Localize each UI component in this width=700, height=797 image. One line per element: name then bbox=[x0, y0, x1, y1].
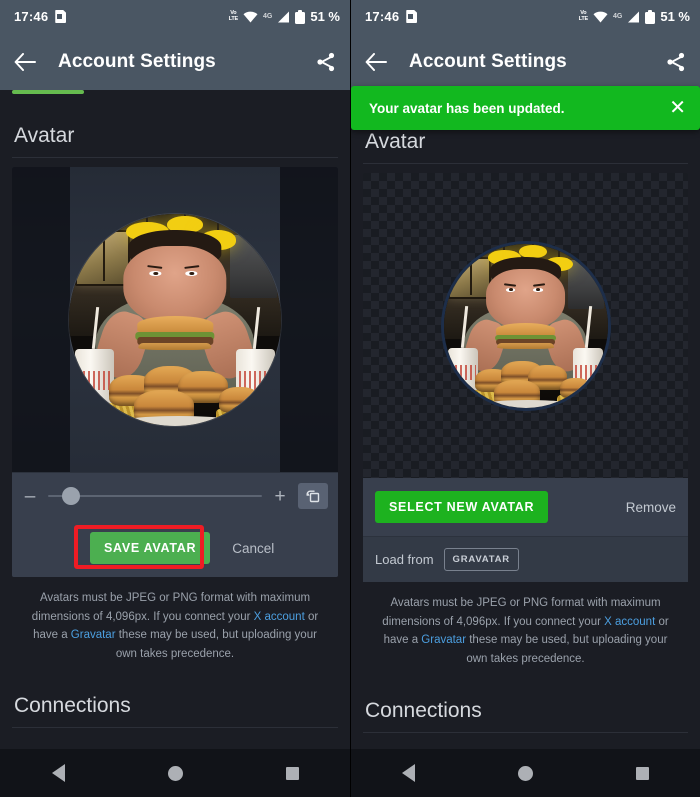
gravatar-link-2[interactable]: Gravatar bbox=[421, 634, 466, 646]
cropper-shade-right bbox=[280, 167, 338, 472]
section-heading-avatar: Avatar bbox=[12, 94, 338, 158]
app-bar: Account Settings bbox=[0, 33, 350, 90]
nav-home-icon-2[interactable] bbox=[517, 765, 533, 781]
network-type-label: 4G bbox=[263, 13, 273, 20]
zoom-in-button[interactable]: + bbox=[272, 487, 288, 506]
save-avatar-wrapper: SAVE AVATAR bbox=[90, 532, 211, 564]
active-tab-indicator bbox=[12, 90, 84, 94]
zoom-slider-thumb[interactable] bbox=[62, 487, 80, 505]
close-icon[interactable]: ✕ bbox=[669, 98, 686, 118]
volte-icon-2: Vo LTE bbox=[578, 10, 589, 22]
battery-icon-2 bbox=[645, 9, 656, 24]
rotate-crop-icon[interactable] bbox=[298, 483, 328, 509]
screenshot-root: 17:46 Vo LTE 4G 51 % Account Settings Av… bbox=[0, 0, 700, 797]
share-icon-2[interactable] bbox=[666, 52, 686, 72]
right-content: Avatar SELECT NEW AVATAR Remove Load fro… bbox=[351, 94, 700, 733]
save-avatar-button[interactable]: SAVE AVATAR bbox=[90, 532, 211, 564]
nav-home-icon[interactable] bbox=[167, 765, 183, 781]
network-type-label-2: 4G bbox=[613, 13, 623, 20]
status-bar-right: Vo LTE 4G 51 % bbox=[229, 9, 340, 24]
avatar-helper-text-2: Avatars must be JPEG or PNG format with … bbox=[363, 582, 688, 669]
nav-recents-icon[interactable] bbox=[285, 766, 299, 780]
battery-percent: 51 % bbox=[310, 9, 340, 24]
app-bar-2: Account Settings bbox=[351, 33, 700, 90]
helper-text-part3-2: these may be used, but uploading your ow… bbox=[466, 634, 668, 665]
nav-recents-icon-2[interactable] bbox=[635, 766, 649, 780]
zoom-slider-track[interactable] bbox=[48, 495, 262, 497]
cropper-stage[interactable] bbox=[12, 167, 338, 472]
gravatar-button[interactable]: GRAVATAR bbox=[443, 548, 519, 571]
cancel-button[interactable]: Cancel bbox=[232, 541, 274, 556]
gravatar-row: Load from GRAVATAR bbox=[363, 536, 688, 582]
cropper-shade-left bbox=[12, 167, 70, 472]
avatar-helper-text: Avatars must be JPEG or PNG format with … bbox=[12, 577, 338, 664]
success-toast: Your avatar has been updated. ✕ bbox=[351, 86, 700, 130]
page-title: Account Settings bbox=[58, 50, 216, 72]
remove-avatar-button[interactable]: Remove bbox=[626, 500, 676, 515]
x-account-link-2[interactable]: X account bbox=[604, 616, 655, 628]
cropper-actions: SAVE AVATAR Cancel bbox=[12, 519, 338, 577]
page-title-2: Account Settings bbox=[409, 50, 567, 72]
status-time-2: 17:46 bbox=[365, 9, 400, 24]
select-new-avatar-button[interactable]: SELECT NEW AVATAR bbox=[375, 491, 549, 523]
x-account-link[interactable]: X account bbox=[254, 611, 305, 623]
status-bar-left-2: 17:46 bbox=[365, 9, 417, 24]
wifi-icon-2 bbox=[593, 11, 608, 23]
section-heading-connections: Connections bbox=[12, 664, 338, 728]
section-heading-connections-2: Connections bbox=[363, 669, 688, 733]
status-bar-right-screen: 17:46 Vo LTE 4G 51 % bbox=[351, 0, 700, 33]
tab-strip bbox=[0, 90, 350, 94]
gravatar-link[interactable]: Gravatar bbox=[71, 629, 116, 641]
signal-bars-icon bbox=[277, 11, 290, 23]
avatar-image bbox=[443, 243, 608, 408]
zoom-out-button[interactable]: – bbox=[22, 487, 38, 506]
sim-card-icon bbox=[55, 10, 66, 23]
system-nav-bar bbox=[0, 749, 350, 797]
avatar-preview bbox=[363, 173, 688, 478]
battery-percent-2: 51 % bbox=[660, 9, 690, 24]
cropper-circle-mask[interactable] bbox=[69, 213, 281, 426]
wifi-icon bbox=[243, 11, 258, 23]
cropper-zoom-toolbar: – + bbox=[12, 472, 338, 519]
toast-message: Your avatar has been updated. bbox=[369, 100, 565, 116]
volte-icon: Vo LTE bbox=[228, 10, 239, 22]
signal-bars-icon-2 bbox=[627, 11, 640, 23]
back-arrow-icon[interactable] bbox=[14, 52, 36, 71]
avatar-action-row: SELECT NEW AVATAR Remove bbox=[363, 478, 688, 536]
avatar-photo bbox=[69, 213, 281, 426]
system-nav-bar-2 bbox=[351, 749, 700, 797]
helper-text-part3: these may be used, but uploading your ow… bbox=[115, 629, 317, 660]
left-screen: 17:46 Vo LTE 4G 51 % Account Settings Av… bbox=[0, 0, 350, 797]
status-bar-left: 17:46 bbox=[14, 9, 66, 24]
avatar-photo-2 bbox=[443, 243, 608, 408]
right-screen: 17:46 Vo LTE 4G 51 % Account Settings Yo… bbox=[350, 0, 700, 797]
sim-card-icon-2 bbox=[406, 10, 417, 23]
status-bar: 17:46 Vo LTE 4G 51 % bbox=[0, 0, 350, 33]
share-icon[interactable] bbox=[316, 52, 336, 72]
load-from-label: Load from bbox=[375, 552, 434, 567]
avatar-cropper[interactable]: – + SAVE AVATAR Cancel bbox=[12, 167, 338, 577]
status-bar-right-2: Vo LTE 4G 51 % bbox=[579, 9, 690, 24]
status-time: 17:46 bbox=[14, 9, 49, 24]
nav-back-icon[interactable] bbox=[51, 764, 65, 782]
nav-back-icon-2[interactable] bbox=[402, 764, 416, 782]
battery-icon bbox=[295, 9, 306, 24]
left-content: Avatar – + SAVE AVATAR Cancel Avatars mu… bbox=[0, 94, 350, 728]
zoom-slider[interactable] bbox=[48, 487, 262, 505]
back-arrow-icon-2[interactable] bbox=[365, 52, 387, 71]
